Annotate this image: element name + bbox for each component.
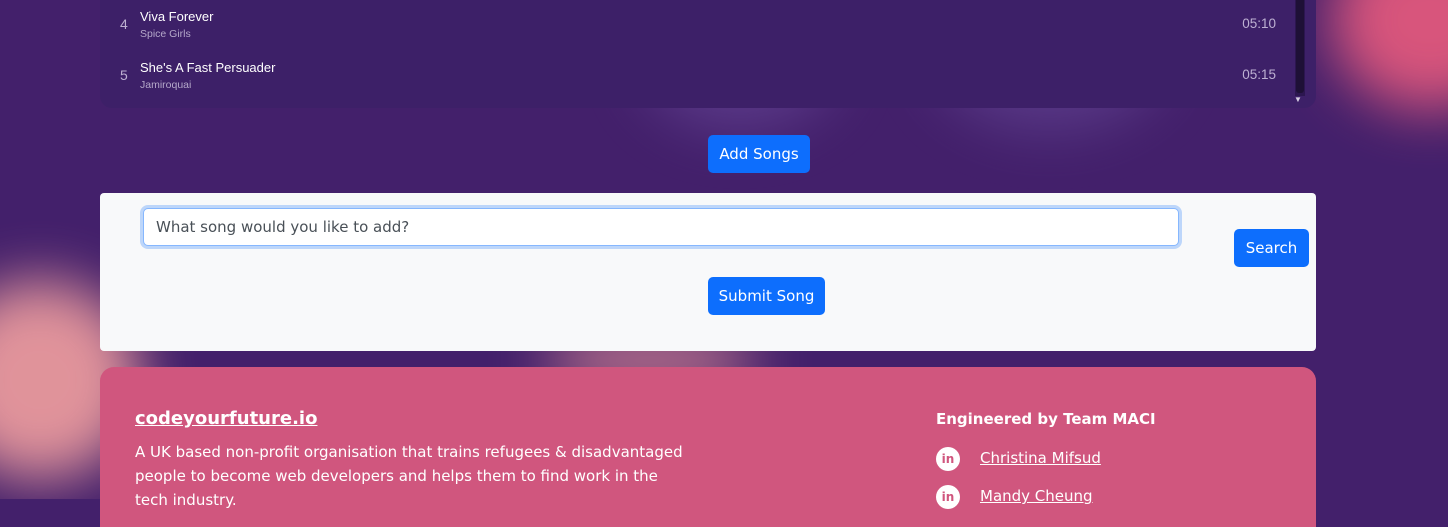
linkedin-icon[interactable]: in bbox=[936, 485, 960, 509]
playlist-tracks: 4 Viva Forever Spice Girls 05:10 5 She's… bbox=[100, 0, 1316, 108]
background-blob bbox=[1330, 0, 1448, 110]
add-songs-button[interactable]: Add Songs bbox=[708, 135, 810, 173]
track-title: She's A Fast Persuader bbox=[140, 60, 276, 75]
track-duration: 05:10 bbox=[1242, 16, 1276, 31]
scrollbar-thumb[interactable] bbox=[1296, 0, 1304, 93]
track-row[interactable]: 5 She's A Fast Persuader Jamiroquai 05:1… bbox=[100, 51, 1290, 97]
track-artist: Spice Girls bbox=[140, 28, 191, 40]
track-title: Viva Forever bbox=[140, 9, 214, 24]
linkedin-icon[interactable]: in bbox=[936, 447, 960, 471]
submit-song-button[interactable]: Submit Song bbox=[708, 277, 825, 315]
search-button[interactable]: Search bbox=[1234, 229, 1309, 267]
track-duration: 05:15 bbox=[1242, 67, 1276, 82]
song-search-input[interactable] bbox=[143, 208, 1179, 246]
track-number: 5 bbox=[120, 67, 128, 83]
add-song-panel: Search Submit Song bbox=[100, 193, 1316, 351]
team-member-link[interactable]: Mandy Cheung bbox=[980, 487, 1093, 505]
organisation-description: A UK based non-profit organisation that … bbox=[135, 443, 683, 509]
brand-link[interactable]: codeyourfuture.io bbox=[135, 408, 317, 429]
footer: codeyourfuture.io A UK based non-profit … bbox=[100, 367, 1316, 527]
track-artist: Jamiroquai bbox=[140, 79, 192, 91]
track-number: 4 bbox=[120, 16, 128, 32]
engineered-by-heading: Engineered by Team MACI bbox=[936, 410, 1156, 428]
track-row[interactable]: 4 Viva Forever Spice Girls 05:10 bbox=[100, 0, 1290, 46]
scroll-down-arrow-icon[interactable]: ▼ bbox=[1294, 95, 1302, 104]
team-member-link[interactable]: Christina Mifsud bbox=[980, 449, 1101, 467]
